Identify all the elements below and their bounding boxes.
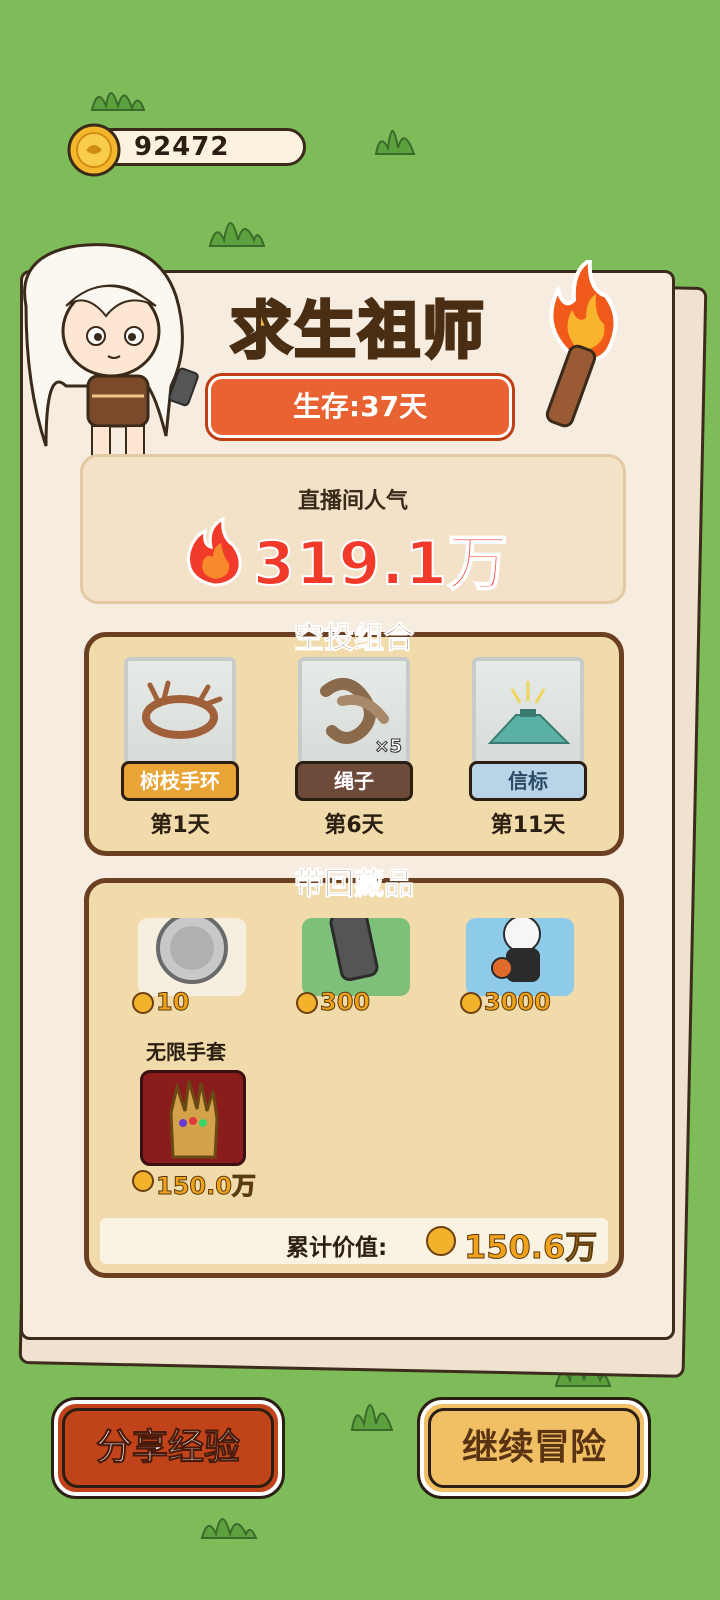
item-name: 无限手套: [146, 1040, 226, 1064]
branch-bracelet-icon: [142, 680, 223, 739]
popularity-panel: 直播间人气 319.1万: [80, 454, 626, 604]
survival-days-badge: 生存:37天: [208, 376, 512, 438]
grass-decoration: [350, 1404, 394, 1431]
item-value: 300: [319, 988, 371, 1017]
item-value: 3000: [484, 988, 552, 1017]
item-day: 第1天: [150, 813, 210, 838]
gauntlet-icon: [169, 1080, 219, 1159]
gauntlet-relic-image: [140, 1070, 246, 1166]
beacon-icon: [487, 681, 571, 744]
item-frame: [124, 657, 236, 765]
silver-coin-icon: [156, 918, 228, 984]
airdrop-item[interactable]: 信标 第11天: [469, 657, 587, 839]
item-frame: [472, 657, 584, 765]
flame-icon: [187, 517, 242, 587]
airdrop-item[interactable]: ×5 绳子 第6天: [295, 657, 413, 839]
item-value: 10: [155, 988, 190, 1017]
coin-icon: [132, 1170, 154, 1192]
total-value-label: 累计价值:: [286, 1235, 388, 1261]
grass-decoration: [374, 130, 416, 155]
popularity-value: 319.1万: [252, 528, 509, 600]
item-tag: 信标: [469, 761, 587, 801]
coin-value: 92472: [134, 132, 230, 162]
coin-icon: [426, 1226, 456, 1256]
total-value-bar: 累计价值: 150.6万: [100, 1218, 608, 1267]
grass-decoration: [90, 92, 146, 111]
airdrop-item[interactable]: 树枝手环 第1天: [121, 657, 239, 839]
share-experience-button[interactable]: 分享经验: [54, 1400, 282, 1496]
coin-relic-image: [138, 918, 246, 996]
device-relic-image: [302, 918, 410, 996]
item-day: 第11天: [490, 813, 566, 838]
popularity-label: 直播间人气: [297, 489, 408, 514]
grass-decoration: [200, 1518, 258, 1539]
airdrop-panel: 空投组合 树枝手环 第1天 ×5 绳子 第6天 信标 第11天: [84, 621, 624, 856]
total-value-amount: 150.6万: [463, 1228, 598, 1267]
item-frame: ×5: [298, 657, 410, 765]
phone-icon: [329, 918, 379, 982]
basketball-figure-icon: [491, 918, 541, 982]
airdrop-title: 空投组合: [294, 621, 415, 657]
item-day: 第6天: [324, 813, 384, 838]
coin-icon: [132, 992, 154, 1014]
page-title: 求生祖师: [228, 293, 486, 369]
item-tag: 绳子: [295, 761, 413, 801]
figure-relic-image: [466, 918, 574, 996]
item-tag: 树枝手环: [121, 761, 239, 801]
coin-icon: [296, 992, 318, 1014]
torch-icon: [545, 260, 618, 428]
continue-button-label: 继续冒险: [428, 1408, 640, 1488]
share-button-label: 分享经验: [62, 1408, 274, 1488]
coin-icon: [67, 123, 121, 177]
coin-counter: 92472: [66, 123, 308, 177]
continue-adventure-button[interactable]: 继续冒险: [420, 1400, 648, 1496]
item-value: 150.0万: [156, 1172, 257, 1201]
item-quantity: ×5: [374, 736, 403, 758]
collection-title: 带回藏品: [294, 867, 415, 903]
grass-decoration: [208, 222, 266, 247]
coin-icon: [460, 992, 482, 1014]
